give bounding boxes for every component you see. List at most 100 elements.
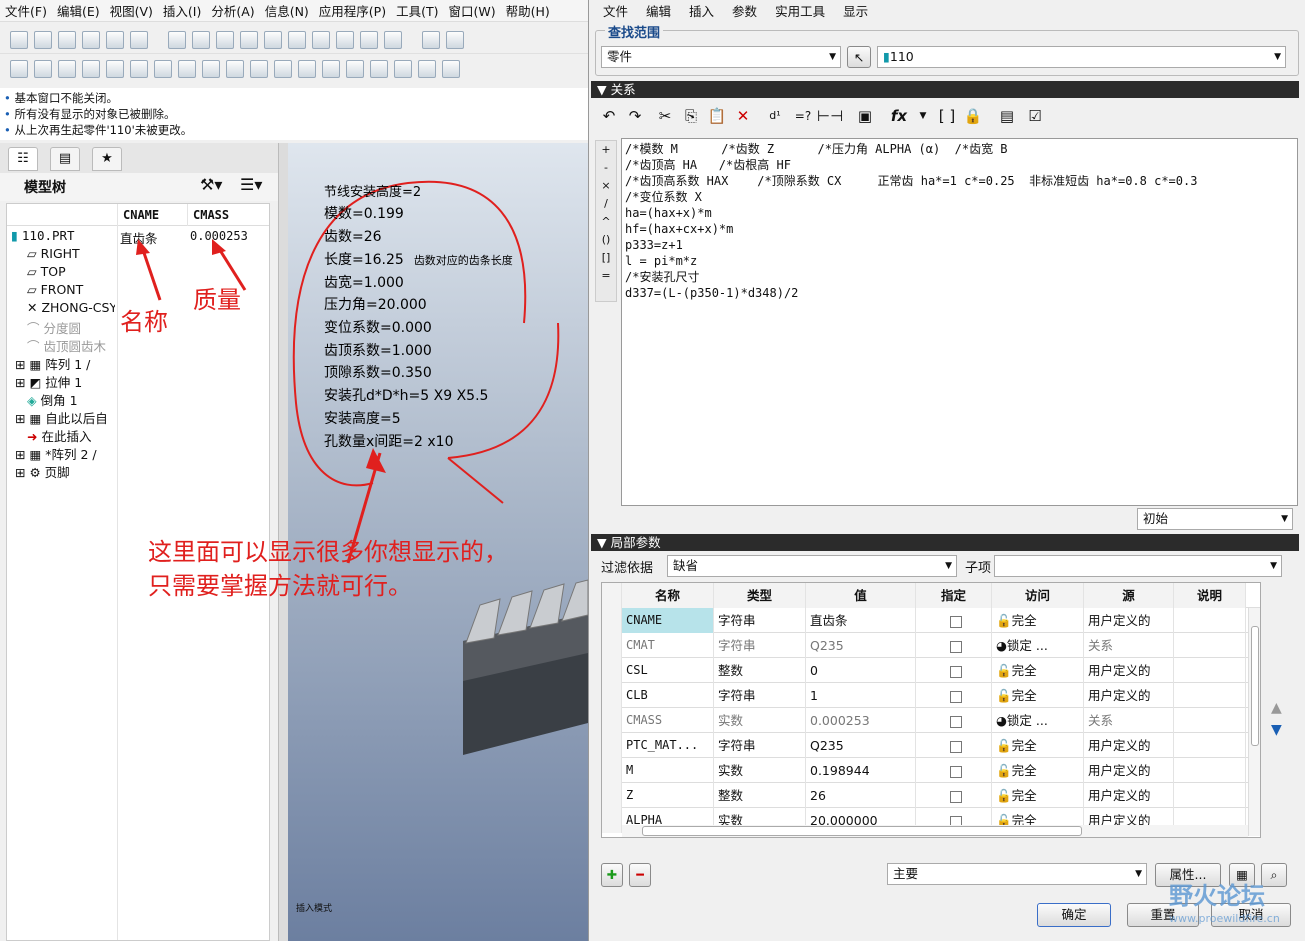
undo-icon[interactable] xyxy=(168,30,186,49)
param-value-cell[interactable]: 1 xyxy=(806,683,916,708)
tool-icon[interactable] xyxy=(394,60,412,78)
menu-item[interactable]: 文件(F) xyxy=(0,1,52,20)
model-icon[interactable] xyxy=(226,60,244,78)
axis-icon[interactable] xyxy=(82,60,100,78)
param-access-cell[interactable]: 🔓完全 xyxy=(992,783,1084,808)
param-description-cell[interactable] xyxy=(1174,633,1246,658)
tree-settings-icon[interactable]: ⚒▾ xyxy=(200,175,222,194)
param-value-cell[interactable]: 0.000253 xyxy=(806,708,916,733)
operator-plus-button[interactable]: + xyxy=(596,141,616,159)
param-description-cell[interactable] xyxy=(1174,758,1246,783)
param-name-cell[interactable]: PTC_MAT... xyxy=(622,733,714,758)
designate-checkbox[interactable] xyxy=(916,758,992,783)
operator-multiply-button[interactable]: × xyxy=(596,177,616,195)
datum-icon[interactable] xyxy=(178,60,196,78)
param-access-cell[interactable]: ◕锁定 ... xyxy=(992,633,1084,658)
select-pointer-button[interactable]: ↖ xyxy=(847,46,871,68)
param-source-cell[interactable]: 关系 xyxy=(1084,708,1174,733)
add-parameter-button[interactable]: ✚ xyxy=(601,863,623,887)
scrollbar-thumb[interactable] xyxy=(642,826,1082,836)
tree-item-pattern-2[interactable]: ⊞ ▦ *阵列 2 / xyxy=(15,444,115,462)
menu-item[interactable]: 窗口(W) xyxy=(443,1,500,20)
dialog-menu-item[interactable]: 实用工具 xyxy=(775,1,825,20)
param-description-cell[interactable] xyxy=(1174,683,1246,708)
param-name-cell[interactable]: CNAME xyxy=(622,608,714,633)
param-access-cell[interactable]: 🔓完全 xyxy=(992,733,1084,758)
param-source-cell[interactable]: 用户定义的 xyxy=(1084,683,1174,708)
designate-checkbox[interactable] xyxy=(916,608,992,633)
column-header-access[interactable]: 访问 xyxy=(992,583,1084,608)
undo-icon[interactable]: ↶ xyxy=(597,103,621,129)
window-icon[interactable] xyxy=(422,30,440,49)
param-value-cell[interactable]: 26 xyxy=(806,783,916,808)
operator-paren-button[interactable]: () xyxy=(596,231,616,249)
param-name-cell[interactable]: CMASS xyxy=(622,708,714,733)
param-source-cell[interactable]: 关系 xyxy=(1084,633,1174,658)
find-icon[interactable] xyxy=(360,30,378,49)
cut-icon[interactable] xyxy=(216,30,234,49)
tree-item-chamfer-1[interactable]: ◈ 倒角 1 xyxy=(27,390,115,408)
param-name-cell[interactable]: M xyxy=(622,758,714,783)
param-type-cell[interactable]: 字符串 xyxy=(714,733,806,758)
param-access-cell[interactable]: ◕锁定 ... xyxy=(992,708,1084,733)
folder-browser-tab-icon[interactable]: ▤ xyxy=(50,147,80,171)
delete-icon[interactable]: ✕ xyxy=(731,103,755,129)
chevron-down-icon[interactable]: ▼ xyxy=(911,103,935,129)
menu-item[interactable]: 分析(A) xyxy=(206,1,259,20)
menu-item[interactable]: 编辑(E) xyxy=(52,1,105,20)
csys-icon[interactable] xyxy=(106,60,124,78)
table-row[interactable]: CNAME 字符串 直齿条 🔓完全 用户定义的 xyxy=(602,608,1260,633)
tree-item-pitch-circle[interactable]: ⌒ 分度圆 xyxy=(27,318,115,336)
copy-icon[interactable] xyxy=(240,30,258,49)
redo-icon[interactable] xyxy=(192,30,210,49)
tree-item-front[interactable]: ▱ FRONT xyxy=(27,282,115,300)
model-select[interactable]: ▮110 ▼ xyxy=(877,46,1286,68)
param-value-cell[interactable]: 0 xyxy=(806,658,916,683)
view-icon[interactable] xyxy=(10,60,28,78)
menu-item[interactable]: 信息(N) xyxy=(260,1,314,20)
expand-icon[interactable]: ⊞ xyxy=(15,411,25,426)
operator-bracket-button[interactable]: [] xyxy=(596,249,616,267)
dimension-toggle-icon[interactable]: d¹ xyxy=(763,103,787,129)
paste-icon[interactable]: 📋 xyxy=(705,103,729,129)
ok-button[interactable]: 确定 xyxy=(1037,903,1111,927)
dialog-menu-item[interactable]: 文件 xyxy=(603,1,628,20)
param-type-cell[interactable]: 实数 xyxy=(714,708,806,733)
param-type-cell[interactable]: 字符串 xyxy=(714,608,806,633)
designate-checkbox[interactable] xyxy=(916,708,992,733)
designate-checkbox[interactable] xyxy=(916,733,992,758)
column-header-cname[interactable]: CNAME xyxy=(123,208,159,222)
param-source-cell[interactable]: 用户定义的 xyxy=(1084,608,1174,633)
expand-icon[interactable]: ⊞ xyxy=(15,465,25,480)
param-access-cell[interactable]: 🔓完全 xyxy=(992,758,1084,783)
tree-item-pattern-1[interactable]: ⊞ ▦ 阵列 1 / xyxy=(15,354,115,372)
operator-minus-button[interactable]: - xyxy=(596,159,616,177)
open-icon[interactable] xyxy=(34,30,52,49)
param-value-cell[interactable]: Q235 xyxy=(806,633,916,658)
menu-item[interactable]: 视图(V) xyxy=(105,1,158,20)
paste-special-icon[interactable] xyxy=(288,30,306,49)
print-icon[interactable] xyxy=(82,30,100,49)
expand-icon[interactable]: ⊞ xyxy=(15,447,25,462)
menu-item[interactable]: 工具(T) xyxy=(391,1,443,20)
tree-item-right[interactable]: ▱ RIGHT xyxy=(27,246,115,264)
operator-divide-button[interactable]: / xyxy=(596,195,616,213)
param-source-cell[interactable]: 用户定义的 xyxy=(1084,758,1174,783)
move-down-icon[interactable]: ▼ xyxy=(1271,722,1282,738)
param-description-cell[interactable] xyxy=(1174,708,1246,733)
tree-item-top[interactable]: ▱ TOP xyxy=(27,264,115,282)
main-select[interactable]: 主要 ▼ xyxy=(887,863,1147,885)
scrollbar-thumb[interactable] xyxy=(1251,626,1259,746)
close-window-icon[interactable] xyxy=(446,30,464,49)
param-type-cell[interactable]: 实数 xyxy=(714,758,806,783)
expand-icon[interactable]: ⊞ xyxy=(15,357,25,372)
operator-power-button[interactable]: ^ xyxy=(596,213,616,231)
tree-item-after-here[interactable]: ⊞ ▦ 自此以后自 xyxy=(15,408,115,426)
param-type-cell[interactable]: 字符串 xyxy=(714,683,806,708)
column-header-cmass[interactable]: CMASS xyxy=(193,208,229,222)
relations-section-header[interactable]: ▼ 关系 xyxy=(591,81,1299,98)
tree-item-csys[interactable]: ✕ ZHONG-CSY xyxy=(27,300,115,318)
favorites-tab-icon[interactable]: ★ xyxy=(92,147,122,171)
vertical-scrollbar[interactable] xyxy=(1248,608,1260,836)
tree-show-icon[interactable]: ☰▾ xyxy=(240,175,262,194)
